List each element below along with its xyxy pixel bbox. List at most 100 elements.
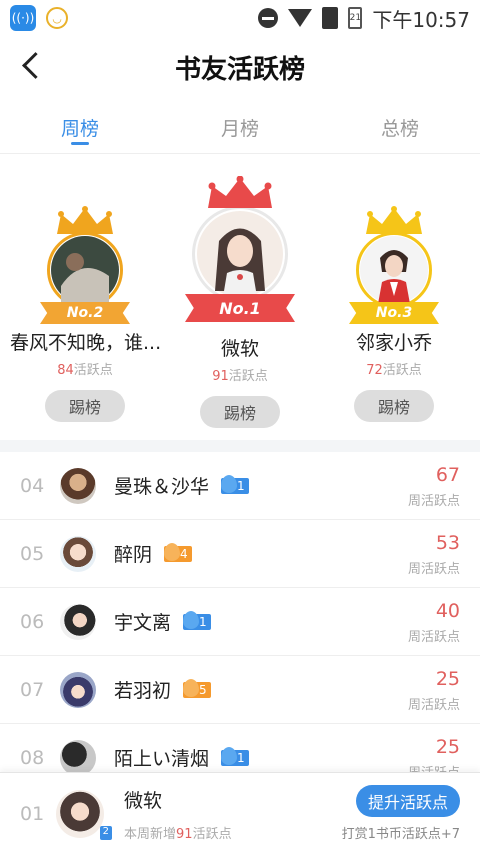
sim-icon — [322, 7, 339, 29]
level-badge: 1 — [221, 746, 249, 766]
score-unit: 周活跃点 — [407, 494, 460, 509]
list-item[interactable]: 05 醉阴 4 53 周活跃点 — [0, 520, 480, 588]
page-title: 书友活跃榜 — [174, 54, 305, 85]
kick-button[interactable]: 踢榜 — [200, 396, 280, 428]
flame-icon — [221, 474, 238, 493]
kick-button[interactable]: 踢榜 — [354, 390, 434, 422]
battery-level: 21 — [349, 13, 362, 23]
score-value: 67 — [435, 464, 460, 486]
ranking-list: 04 曼珠＆沙华 1 67 周活跃点 05 醉阴 4 53 周活跃点 06 宇文离 … — [0, 452, 480, 792]
avatar[interactable]: 2 — [56, 789, 112, 840]
podium: No.2 春风不知晚，谁... 84活跃点 踢榜 No.1 微软 91活跃点 踢… — [0, 154, 480, 440]
section-divider — [0, 440, 480, 452]
score-unit: 周活跃点 — [407, 630, 460, 645]
status-bar: ((·)) ◡ 21 下午10:57 — [0, 0, 480, 36]
flame-icon — [183, 678, 200, 697]
level-badge: 4 — [164, 542, 192, 562]
wifi-icon — [288, 9, 313, 27]
score: 25 周活跃点 — [408, 668, 460, 713]
clock: 下午10:57 — [372, 7, 470, 32]
avatar-image — [360, 236, 428, 304]
user-name: 陌上い清烟 — [114, 748, 210, 770]
rank-number: 05 — [20, 542, 45, 565]
rank-ribbon: No.3 — [349, 302, 439, 324]
level-number: 1 — [237, 750, 245, 765]
level-badge: 2 — [99, 825, 112, 840]
score-unit: 周活跃点 — [407, 698, 460, 713]
avatar[interactable] — [47, 232, 123, 308]
boost-points-button[interactable]: 提升活跃点 — [355, 785, 460, 817]
level-number: 4 — [180, 546, 188, 561]
my-rank-bar: 01 2 微软 本周新增91活跃点 提升活跃点 打赏1书币活跃点+7 — [0, 772, 480, 854]
flame-icon — [183, 610, 200, 629]
avatar[interactable] — [192, 206, 288, 302]
avatar[interactable] — [356, 232, 432, 308]
user-name: 醉阴 — [114, 544, 153, 566]
reward-tip: 打赏1书币活跃点+7 — [341, 827, 460, 842]
podium-third: No.3 邻家小乔 72活跃点 踢榜 — [319, 206, 469, 422]
podium-second: No.2 春风不知晚，谁... 84活跃点 踢榜 — [10, 206, 161, 422]
tab-monthly[interactable]: 月榜 — [160, 98, 320, 153]
list-item[interactable]: 07 若羽初 5 25 周活跃点 — [0, 656, 480, 724]
crown-icon — [57, 206, 113, 234]
user-name: 曼珠＆沙华 — [114, 476, 210, 498]
battery-icon: 21 — [348, 7, 363, 29]
podium-name: 邻家小乔 — [355, 332, 432, 354]
avatar[interactable] — [60, 603, 96, 640]
list-item[interactable]: 04 曼珠＆沙华 1 67 周活跃点 — [0, 452, 480, 520]
rank-number: 07 — [20, 678, 45, 701]
points-value: 72 — [366, 363, 383, 378]
rank-number: 06 — [20, 610, 45, 633]
crown-icon — [208, 176, 272, 208]
kick-button[interactable]: 踢榜 — [45, 390, 125, 422]
points-suffix: 活跃点 — [73, 363, 113, 378]
flame-icon — [164, 542, 181, 561]
avatar[interactable] — [60, 739, 96, 776]
rank-number: 04 — [20, 474, 45, 497]
level-number: 1 — [237, 478, 245, 493]
do-not-disturb-icon — [258, 8, 279, 28]
my-weekly-points: 本周新增91活跃点 — [124, 823, 232, 842]
score-value: 53 — [435, 532, 460, 554]
podium-points: 72活跃点 — [319, 359, 469, 378]
back-arrow-icon[interactable] — [18, 50, 48, 80]
score-value: 25 — [435, 668, 460, 690]
podium-name: 微软 — [220, 338, 259, 360]
points-value: 91 — [212, 369, 229, 384]
rank-ribbon: No.1 — [185, 294, 295, 322]
score: 40 周活跃点 — [408, 600, 460, 645]
score: 53 周活跃点 — [408, 532, 460, 577]
avatar-image — [197, 211, 283, 297]
rank-ribbon: No.2 — [40, 302, 130, 324]
user-name: 宇文离 — [114, 612, 172, 634]
rank-number: 08 — [20, 746, 45, 769]
level-badge: 1 — [183, 610, 211, 630]
list-item[interactable]: 06 宇文离 1 40 周活跃点 — [0, 588, 480, 656]
points-value: 84 — [57, 363, 74, 378]
points-prefix: 本周新增 — [124, 826, 177, 842]
avatar[interactable] — [60, 535, 96, 572]
podium-points: 91活跃点 — [165, 365, 315, 384]
points-suffix: 活跃点 — [382, 363, 422, 378]
smiley-icon: ◡ — [46, 7, 68, 29]
level-number: 5 — [199, 682, 207, 697]
app-notification-icon: ((·)) — [10, 5, 36, 31]
header: 书友活跃榜 — [0, 36, 480, 98]
my-name: 微软 — [124, 789, 163, 812]
score-value: 40 — [435, 600, 460, 622]
tab-bar: 周榜 月榜 总榜 — [0, 98, 480, 154]
level-badge: 5 — [183, 678, 211, 698]
crown-icon — [366, 206, 422, 234]
avatar[interactable] — [60, 671, 96, 708]
points-suffix: 活跃点 — [192, 826, 232, 842]
podium-points: 84活跃点 — [10, 359, 160, 378]
tab-weekly[interactable]: 周榜 — [0, 98, 160, 153]
level-badge: 1 — [221, 474, 249, 494]
podium-first: No.1 微软 91活跃点 踢榜 — [165, 176, 315, 428]
tab-total[interactable]: 总榜 — [320, 98, 480, 153]
score: 67 周活跃点 — [408, 464, 460, 509]
avatar[interactable] — [60, 467, 96, 504]
my-rank-number: 01 — [20, 802, 45, 825]
score-unit: 周活跃点 — [407, 562, 460, 577]
points-value: 91 — [176, 826, 193, 842]
